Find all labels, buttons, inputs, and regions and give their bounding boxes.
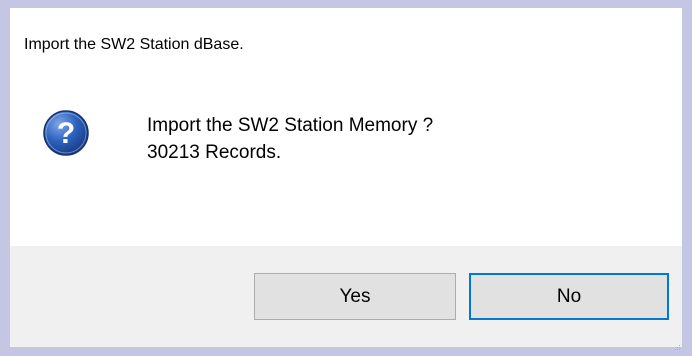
no-button[interactable]: No	[469, 273, 669, 320]
message-line-records: 30213 Records.	[147, 142, 282, 163]
dialog-button-bar: Yes No	[10, 246, 682, 350]
message-line-question: Import the SW2 Station Memory ?	[147, 115, 434, 136]
dialog-message: Import the SW2 Station Memory ? 30213 Re…	[147, 112, 433, 166]
message-dialog: Import the SW2 Station dBase. ? Import t…	[10, 8, 682, 350]
resize-grip-icon[interactable]	[673, 338, 681, 350]
yes-button[interactable]: Yes	[254, 273, 456, 320]
question-icon: ?	[41, 108, 91, 158]
svg-text:?: ?	[57, 117, 75, 150]
dialog-title: Import the SW2 Station dBase.	[24, 36, 244, 53]
